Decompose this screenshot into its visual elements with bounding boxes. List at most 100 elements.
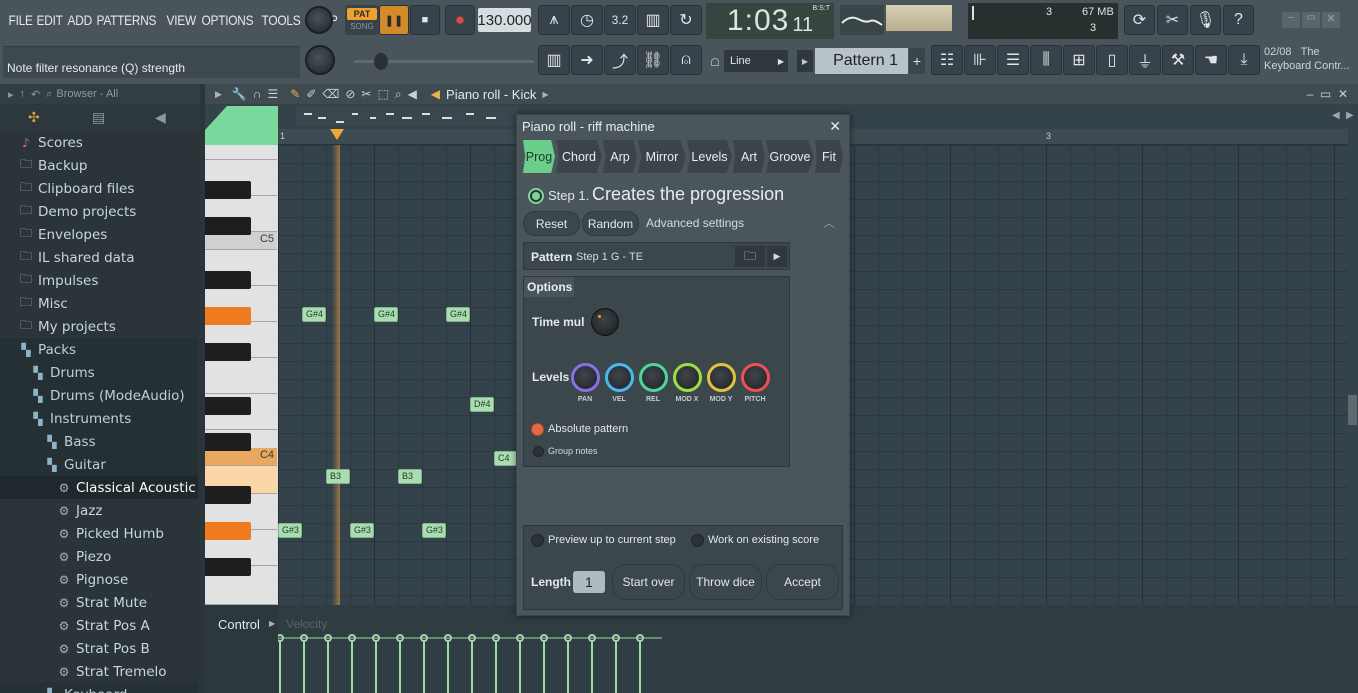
folder-button[interactable]: 🗀	[735, 246, 765, 267]
time-mul-knob[interactable]	[591, 308, 619, 336]
cut-tool-button[interactable]: ✂	[1157, 5, 1188, 35]
browser-item[interactable]: 🗀 Backup	[0, 154, 198, 177]
accept-button[interactable]: Accept	[766, 564, 839, 600]
browser-item[interactable]: 🗀 Clipboard files	[0, 177, 198, 200]
work-existing-radio[interactable]	[691, 534, 704, 547]
note[interactable]: G#3	[350, 523, 374, 538]
undo-icon[interactable]: ↶	[31, 88, 40, 101]
random-button[interactable]: Random	[582, 211, 639, 236]
browser-item[interactable]: ⚙ Strat Mute	[0, 591, 198, 614]
pat-song-toggle[interactable]: PAT SONG	[345, 5, 379, 35]
zoom-icon[interactable]: ⌕	[395, 87, 402, 102]
menu-patterns[interactable]: PATTERNS	[94, 12, 159, 28]
browser-item[interactable]: ♪ Scores	[0, 131, 198, 154]
maximize-icon[interactable]: ▭	[1320, 87, 1331, 101]
browser-title[interactable]: Browser - All	[56, 88, 118, 100]
piano-key[interactable]	[205, 145, 277, 160]
templates-button[interactable]: ▯	[1096, 45, 1128, 75]
browser-item[interactable]: 🗀 Misc	[0, 292, 198, 315]
browser-item[interactable]: ▚ Bass	[0, 430, 198, 453]
list-icon[interactable]: ☰	[268, 87, 279, 101]
tab-levels[interactable]: Levels	[687, 140, 732, 173]
wrench-icon[interactable]: 🔧	[232, 87, 247, 101]
vertical-scrollbar[interactable]	[1348, 145, 1358, 605]
browser-item[interactable]: ▚ Keyboard	[0, 683, 198, 693]
download-button[interactable]: ⤓	[1228, 45, 1260, 75]
level-knob[interactable]	[639, 363, 668, 392]
pattern-value[interactable]: Step 1 G - TE	[576, 251, 643, 263]
absolute-pattern-radio[interactable]	[531, 423, 544, 436]
start-over-button[interactable]: Start over	[612, 564, 685, 600]
black-key-gs3[interactable]	[205, 522, 251, 540]
pattern-selector[interactable]: Pattern 1	[815, 48, 908, 74]
close-icon[interactable]: ✕	[1338, 87, 1348, 101]
note[interactable]: B3	[398, 469, 422, 484]
record-button[interactable]: ●	[445, 5, 475, 35]
scroll-left-icon[interactable]: ◀	[1332, 110, 1340, 121]
note[interactable]: G#3	[422, 523, 446, 538]
browser-item[interactable]: ⚙ Strat Pos B	[0, 637, 198, 660]
group-notes-radio[interactable]	[533, 446, 544, 457]
browser-item[interactable]: 🗀 IL shared data	[0, 246, 198, 269]
speaker-icon[interactable]: ◀	[155, 109, 166, 126]
playlist-arrow-button[interactable]: ➜	[571, 45, 603, 75]
magnet-icon[interactable]: ∩	[253, 87, 262, 101]
level-knob[interactable]	[673, 363, 702, 392]
black-key[interactable]	[205, 433, 251, 451]
close-icon[interactable]: ✕	[829, 118, 841, 135]
browser-item[interactable]: 🗀 Demo projects	[0, 200, 198, 223]
browser-item[interactable]: 🗀 Envelopes	[0, 223, 198, 246]
master-pitch-knob[interactable]	[305, 45, 335, 75]
up-arrow-icon[interactable]: ↑	[20, 88, 26, 100]
tab-fit[interactable]: Fit	[815, 140, 843, 173]
black-key[interactable]	[205, 397, 251, 415]
search-icon[interactable]: ⌕	[46, 88, 52, 101]
menu-tools[interactable]: TOOLS	[259, 12, 303, 28]
browser-item[interactable]: ⚙ Strat Tremelo	[0, 660, 198, 683]
menu-arrow-icon[interactable]: ▶	[215, 89, 222, 100]
link-button[interactable]: ⛓	[637, 45, 669, 75]
close-app-button[interactable]: ✕	[1322, 12, 1340, 28]
black-key[interactable]	[205, 558, 251, 576]
menu-add[interactable]: ADD	[65, 12, 94, 28]
menu-view[interactable]: VIEW	[164, 12, 199, 28]
scroll-thumb[interactable]	[1348, 395, 1357, 425]
slice-icon[interactable]: ✂	[361, 87, 371, 101]
level-knob[interactable]	[707, 363, 736, 392]
browser-item[interactable]: ▚ Drums (ModeAudio)	[0, 384, 198, 407]
velocity-area[interactable]: Velocity	[278, 605, 1358, 693]
scroll-right-icon[interactable]: ▶	[1346, 110, 1354, 121]
black-key[interactable]	[205, 343, 251, 361]
black-key-gs4[interactable]	[205, 307, 251, 325]
countdown-button[interactable]: 3.2	[604, 5, 636, 35]
browser-item[interactable]: ⚙ Jazz	[0, 499, 198, 522]
wait-for-input-button[interactable]: ◷	[571, 5, 603, 35]
collapse-icon[interactable]: ︿	[823, 214, 835, 231]
add-pattern-button[interactable]: +	[909, 48, 925, 74]
chevron-right-icon[interactable]: ▶	[542, 90, 548, 99]
reset-button[interactable]: Reset	[523, 211, 580, 236]
menu-options[interactable]: OPTIONS	[199, 12, 256, 28]
slide-button[interactable]: ⤴	[604, 45, 636, 75]
note[interactable]: G#4	[374, 307, 398, 322]
piano-keyboard[interactable]: C5 C4	[205, 145, 278, 605]
menu-file[interactable]: FILE	[6, 12, 35, 28]
plugin-picker-button[interactable]: ⚒	[1162, 45, 1194, 75]
browser-item[interactable]: 🗀 Impulses	[0, 269, 198, 292]
pause-button[interactable]: ❚❚	[379, 5, 409, 35]
browser-item[interactable]: ⚙ Pignose	[0, 568, 198, 591]
minimize-button[interactable]: –	[1282, 12, 1300, 28]
pattern-next-button[interactable]: ▶	[767, 246, 787, 267]
tab-chord[interactable]: Chord	[556, 140, 602, 173]
expand-arrow-icon[interactable]: ▸	[8, 88, 14, 101]
file-icon[interactable]: ▤	[92, 109, 105, 126]
audio-input-button[interactable]: 🎙	[1190, 5, 1221, 35]
length-stepper[interactable]: 1	[573, 571, 605, 593]
level-knob[interactable]	[571, 363, 600, 392]
tempo-display[interactable]: 130.000	[477, 8, 532, 32]
control-menu-icon[interactable]: ▶	[269, 619, 275, 628]
horizontal-scrollbar[interactable]: ◀ ▶	[868, 108, 1358, 126]
touch-controller-button[interactable]: ☚	[1195, 45, 1227, 75]
black-key[interactable]	[205, 181, 251, 199]
browser-item[interactable]: ▚ Packs	[0, 338, 198, 361]
